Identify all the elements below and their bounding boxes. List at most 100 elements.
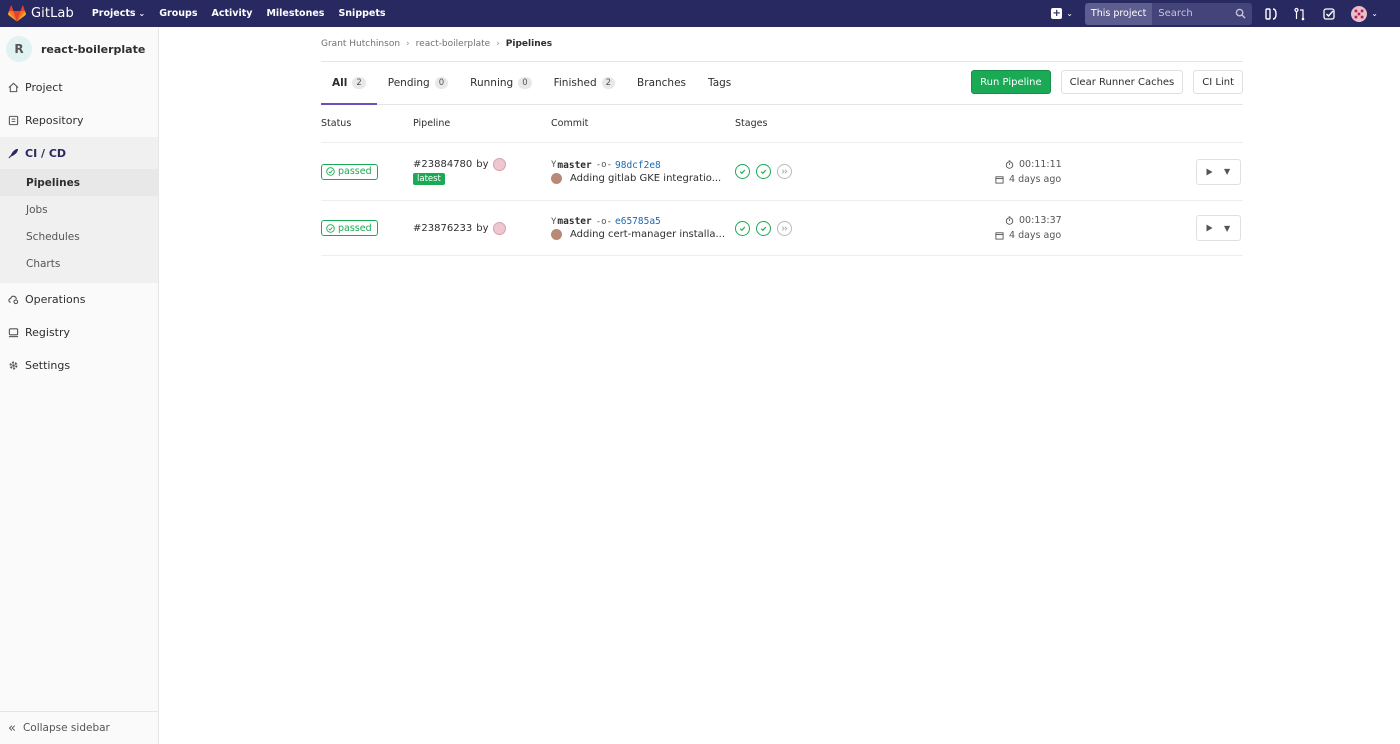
issues-icon[interactable] [1264,7,1278,21]
manual-actions-dropdown[interactable]: ▼ [1196,158,1241,185]
breadcrumb-project[interactable]: react-boilerplate [416,39,491,49]
commit-message-link[interactable]: Adding gitlab GKE integratio... [570,173,721,184]
project-name: react-boilerplate [41,42,146,56]
tab-all[interactable]: All 2 [321,62,377,105]
tab-label: Tags [708,77,732,89]
sidebar-subitem-charts[interactable]: Charts [0,250,158,277]
breadcrumb: Grant Hutchinson › react-boilerplate › P… [321,27,1243,62]
sidebar-item-registry[interactable]: Registry [0,316,158,349]
status-cell: passed [321,163,413,180]
finished-label: 4 days ago [1009,230,1062,241]
pipeline-id-link[interactable]: #23876233 [413,223,472,234]
user-avatar[interactable] [1351,5,1368,22]
sidebar-item-cicd[interactable]: CI / CD [0,137,158,169]
run-pipeline-button[interactable]: Run Pipeline [971,70,1051,94]
header-pipeline: Pipeline [413,118,451,129]
tab-tags[interactable]: Tags [697,62,742,104]
nav-projects[interactable]: Projects ⌄ [92,8,145,19]
tab-pending[interactable]: Pending 0 [377,62,459,104]
search-placeholder: Search [1158,8,1193,19]
nav-right: + ⌄ This project Search ⌄ [1051,0,1400,27]
commit-sha-link[interactable]: 98dcf2e8 [615,160,661,171]
nav-groups[interactable]: Groups [159,8,197,19]
sidebar-item-project[interactable]: Project [0,71,158,104]
author-avatar[interactable] [551,172,562,184]
sidebar-item-repository[interactable]: Repository [0,104,158,137]
table-row: passed #23884780 by latest Y master -o- … [321,143,1243,201]
stage-passed-icon[interactable] [735,164,750,179]
identicon-icon [1354,9,1364,18]
nav-activity[interactable]: Activity [211,8,252,19]
sidebar-item-label: Operations [25,293,86,306]
tab-running[interactable]: Running 0 [459,62,542,104]
double-chevron-left-icon: « [8,720,16,736]
stage-passed-icon[interactable] [735,220,750,236]
play-icon [1197,167,1220,177]
search-scope[interactable]: This project [1084,2,1153,25]
new-dropdown[interactable]: + ⌄ [1051,8,1073,19]
author-avatar[interactable] [551,229,562,240]
user-avatar[interactable] [492,221,506,235]
commit-sha-link[interactable]: e65785a5 [615,216,661,227]
commit-message-link[interactable]: Adding cert-manager installa... [570,229,725,240]
manual-actions-dropdown[interactable]: ▼ [1196,215,1241,241]
commit-cell: Y master -o- e65785a5 Adding cert-manage… [551,216,735,240]
sidebar-item-label: Settings [25,359,71,372]
status-label: passed [338,222,372,234]
chevron-right-icon: › [406,39,410,49]
caret-down-icon: ▼ [1224,167,1231,176]
sidebar-item-settings[interactable]: Settings [0,349,158,382]
cloud-gear-icon [8,295,19,305]
merge-request-icon[interactable] [1293,7,1307,21]
tab-branches[interactable]: Branches [626,62,697,104]
clear-runner-caches-button[interactable]: Clear Runner Caches [1060,70,1184,94]
nav-milestones[interactable]: Milestones [266,8,324,19]
pipeline-id-link[interactable]: #23884780 [413,159,472,170]
play-icon [1197,223,1220,233]
status-label: passed [338,166,372,177]
by-label: by [476,159,489,170]
tab-finished[interactable]: Finished 2 [543,62,626,104]
status-badge[interactable]: passed [321,163,378,180]
todos-icon[interactable] [1322,7,1336,21]
nav-projects-label: Projects [91,8,136,19]
time-cell: 00:11:11 4 days ago [995,157,1145,187]
branch-link[interactable]: master [557,160,591,171]
branch-icon: Y [551,216,557,227]
book-icon [8,115,19,126]
check-circle-icon [326,167,335,176]
project-header[interactable]: R react-boilerplate [0,27,158,71]
stage-passed-icon[interactable] [756,164,771,179]
breadcrumb-current[interactable]: Pipelines [506,39,552,49]
header-status: Status [321,118,352,129]
monitor-icon [8,328,19,338]
commit-icon: -o- [595,216,613,227]
check-circle-icon [326,223,335,233]
breadcrumb-owner[interactable]: Grant Hutchinson [321,39,400,49]
search-icon [1235,8,1246,19]
stage-skipped-icon[interactable] [777,220,792,236]
sidebar-item-operations[interactable]: Operations [0,283,158,316]
stage-passed-icon[interactable] [756,220,771,236]
tab-label: Pending [387,77,430,89]
search-input[interactable]: Search [1152,2,1253,25]
sidebar-subitem-schedules[interactable]: Schedules [0,223,158,250]
branch-link[interactable]: master [557,216,591,227]
timer-icon [1005,216,1014,225]
sidebar-subitem-jobs[interactable]: Jobs [0,196,158,223]
table-row: passed #23876233 by Y master -o- e65785a… [321,201,1243,256]
ci-lint-button[interactable]: CI Lint [1193,70,1243,94]
nav-snippets[interactable]: Snippets [338,8,385,19]
status-badge[interactable]: passed [321,220,378,236]
by-label: by [476,222,489,234]
gitlab-tanuki-icon [8,5,26,22]
stage-skipped-icon[interactable] [777,164,792,179]
chevron-down-icon[interactable]: ⌄ [1371,9,1378,18]
sidebar-item-label: Project [25,81,63,94]
tab-label: All [332,77,348,89]
status-cell: passed [321,220,413,236]
user-avatar[interactable] [492,158,506,171]
collapse-sidebar-button[interactable]: « Collapse sidebar [0,711,158,744]
sidebar-subitem-pipelines[interactable]: Pipelines [0,169,158,196]
gitlab-logo[interactable]: GitLab [8,0,74,27]
